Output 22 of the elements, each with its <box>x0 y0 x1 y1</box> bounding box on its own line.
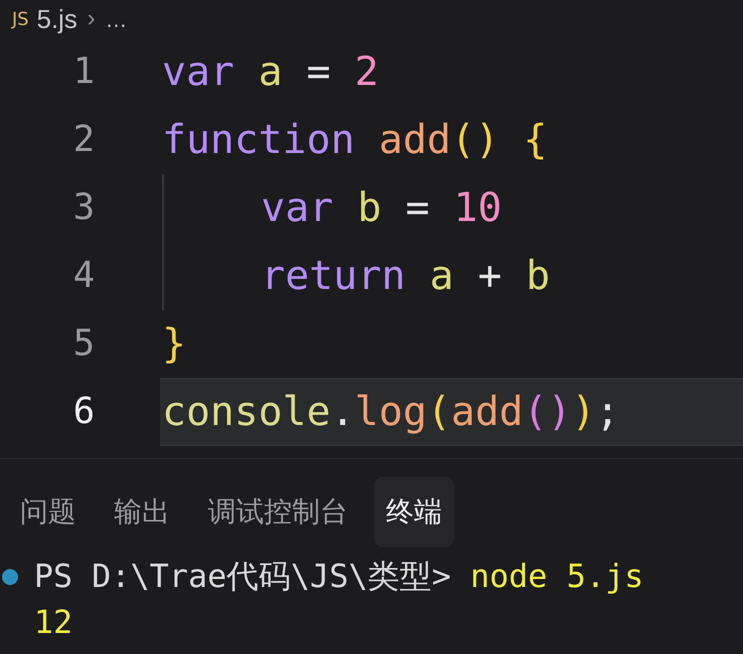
code-line: } <box>162 324 186 364</box>
code-line: return a + b <box>261 256 550 296</box>
terminal-output: 12 <box>34 602 74 643</box>
code-line: console.log(add()); <box>162 392 620 432</box>
terminal-line: PS D:\Trae代码\JS\类型> node 5.js <box>34 556 645 597</box>
code-line: var b = 10 <box>261 188 502 228</box>
code-line: function add() { <box>162 120 548 160</box>
panel-tab[interactable]: 输出 <box>102 477 182 547</box>
breadcrumb-separator: › <box>87 4 96 34</box>
line-number: 1 <box>72 50 96 94</box>
panel-tab[interactable]: 问题 <box>8 477 88 547</box>
line-number: 2 <box>72 118 96 162</box>
line-number: 5 <box>72 322 96 366</box>
breadcrumb-file[interactable]: 5.js <box>36 0 78 38</box>
breadcrumb-more[interactable]: … <box>105 2 128 36</box>
line-number: 4 <box>72 254 96 298</box>
line-number: 6 <box>72 390 96 434</box>
line-number: 3 <box>72 186 96 230</box>
code-line: var a = 2 <box>162 52 379 92</box>
language-label: JS <box>12 8 29 32</box>
panel-tab[interactable]: 调试控制台 <box>196 477 360 547</box>
panel-tab[interactable]: 终端 <box>374 477 454 547</box>
